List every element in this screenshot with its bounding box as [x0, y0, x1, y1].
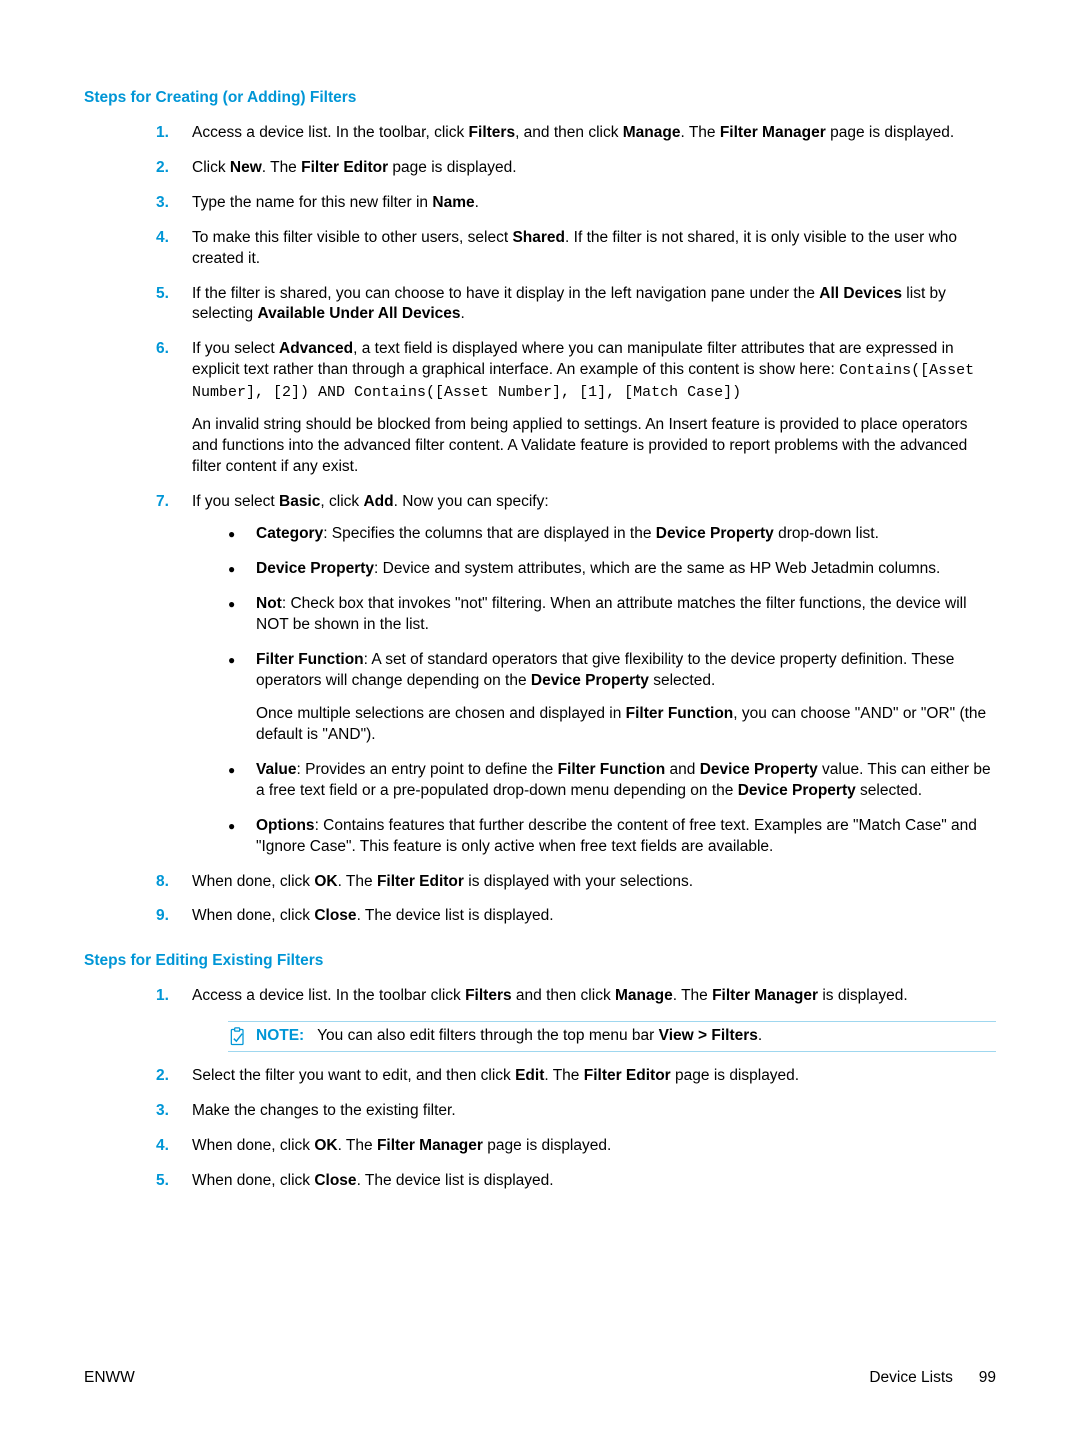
- step-text: To make this filter visible to other use…: [192, 229, 957, 267]
- sub-bullet-item: Device Property: Device and system attri…: [228, 559, 996, 580]
- step-text: Access a device list. In the toolbar cli…: [192, 987, 908, 1004]
- step-item: 1. Access a device list. In the toolbar, …: [156, 123, 996, 144]
- page-footer: ENWW Device Lists 99: [84, 1369, 996, 1387]
- step-text: Type the name for this new filter in Nam…: [192, 194, 479, 211]
- step-item: 9. When done, click Close. The device lis…: [156, 906, 996, 927]
- step-item: 2. Select the filter you want to edit, an…: [156, 1066, 996, 1087]
- step-number: 4.: [156, 228, 169, 249]
- step-number: 2.: [156, 158, 169, 179]
- step-text: Select the filter you want to edit, and …: [192, 1067, 799, 1084]
- footer-right: Device Lists 99: [869, 1369, 996, 1387]
- step-text: When done, click Close. The device list …: [192, 1172, 554, 1189]
- step-text: Make the changes to the existing filter.: [192, 1102, 456, 1119]
- step-number: 6.: [156, 339, 169, 360]
- step-number: 2.: [156, 1066, 169, 1087]
- sub-bullet-item: Not: Check box that invokes "not" filter…: [228, 594, 996, 636]
- step-text: Click New. The Filter Editor page is dis…: [192, 159, 517, 176]
- step-item: 6. If you select Advanced, a text field i…: [156, 339, 996, 477]
- step-item: 3. Type the name for this new filter in N…: [156, 193, 996, 214]
- sub-bullet-item: Options: Contains features that further …: [228, 816, 996, 858]
- step-text: If you select Basic, click Add. Now you …: [192, 493, 549, 510]
- step-number: 8.: [156, 872, 169, 893]
- note-text: NOTE: You can also edit filters through …: [256, 1026, 762, 1047]
- step-number: 5.: [156, 1171, 169, 1192]
- step-item: 4. When done, click OK. The Filter Manage…: [156, 1136, 996, 1157]
- step-number: 3.: [156, 193, 169, 214]
- note-label: NOTE:: [256, 1027, 304, 1044]
- note-icon: [228, 1027, 248, 1047]
- steps-editing: 1. Access a device list. In the toolbar c…: [84, 986, 996, 1192]
- step-text: If you select Advanced, a text field is …: [192, 340, 974, 399]
- step-text: Access a device list. In the toolbar, cl…: [192, 124, 954, 141]
- step-item: 7. If you select Basic, click Add. Now yo…: [156, 492, 996, 858]
- step-number: 3.: [156, 1101, 169, 1122]
- step-number: 1.: [156, 986, 169, 1007]
- step-item: 5. If the filter is shared, you can choos…: [156, 284, 996, 326]
- step-number: 7.: [156, 492, 169, 513]
- section-heading-editing: Steps for Editing Existing Filters: [84, 951, 996, 972]
- step-text: If the filter is shared, you can choose …: [192, 285, 946, 323]
- step-item: 1. Access a device list. In the toolbar c…: [156, 986, 996, 1007]
- footer-left: ENWW: [84, 1369, 135, 1387]
- steps-creating: 1. Access a device list. In the toolbar, …: [84, 123, 996, 927]
- step-item: 2. Click New. The Filter Editor page is d…: [156, 158, 996, 179]
- step-number: 4.: [156, 1136, 169, 1157]
- step-number: 5.: [156, 284, 169, 305]
- step-number: 1.: [156, 123, 169, 144]
- sub-bullet-extra: Once multiple selections are chosen and …: [256, 704, 996, 746]
- step-text: When done, click OK. The Filter Editor i…: [192, 873, 693, 890]
- sub-bullet-item: Value: Provides an entry point to define…: [228, 760, 996, 802]
- step-text: When done, click Close. The device list …: [192, 907, 554, 924]
- sub-bullets: Category: Specifies the columns that are…: [192, 524, 996, 857]
- step-item: 8. When done, click OK. The Filter Editor…: [156, 872, 996, 893]
- step-item: 3. Make the changes to the existing filte…: [156, 1101, 996, 1122]
- sub-bullet-item: Filter Function: A set of standard opera…: [228, 650, 996, 746]
- step-extra-paragraph: An invalid string should be blocked from…: [192, 415, 996, 478]
- section-heading-creating: Steps for Creating (or Adding) Filters: [84, 88, 996, 109]
- step-text: When done, click OK. The Filter Manager …: [192, 1137, 611, 1154]
- document-page: Steps for Creating (or Adding) Filters 1…: [0, 0, 1080, 1192]
- sub-bullet-item: Category: Specifies the columns that are…: [228, 524, 996, 545]
- step-item: 5. When done, click Close. The device lis…: [156, 1171, 996, 1192]
- step-number: 9.: [156, 906, 169, 927]
- note-box: NOTE: You can also edit filters through …: [228, 1021, 996, 1052]
- step-item: 4. To make this filter visible to other u…: [156, 228, 996, 270]
